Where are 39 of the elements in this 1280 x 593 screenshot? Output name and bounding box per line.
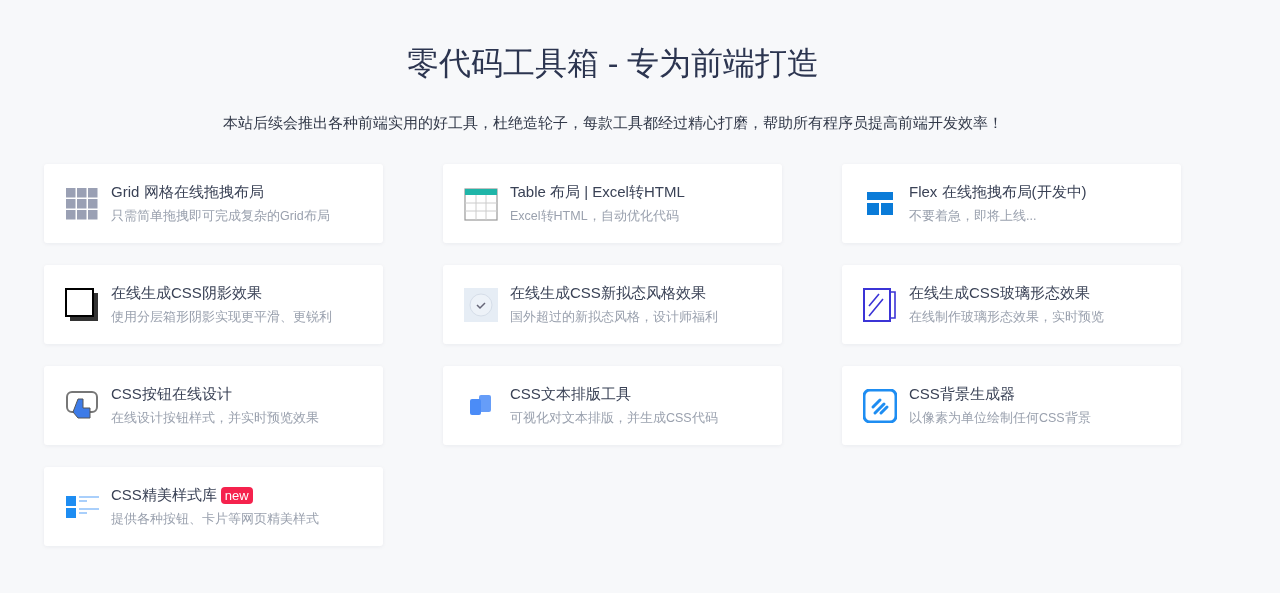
page-subtitle: 本站后续会推出各种前端实用的好工具，杜绝造轮子，每款工具都经过精心打磨，帮助所有程序员提高前端开发效率！ (223, 113, 1003, 133)
pattern-icon (863, 388, 897, 423)
new-badge: new (220, 486, 253, 504)
tool-description: Excel转HTML，自动优化代码 (510, 208, 680, 225)
tool-title: Grid 网格在线拖拽布局 (111, 182, 264, 202)
tool-description: 以像素为单位绘制任何CSS背景 (909, 410, 1091, 427)
tool-card[interactable]: CSS按钮在线设计 在线设计按钮样式，并实时预览效果 (44, 366, 383, 445)
tool-description: 可视化对文本排版，并生成CSS代码 (510, 410, 718, 427)
tool-title: CSS按钮在线设计 (111, 384, 232, 404)
tool-title: CSS精美样式库 (111, 485, 217, 505)
tool-title: Table 布局 | Excel转HTML (510, 182, 685, 202)
grid-icon (65, 186, 99, 221)
tool-title: 在线生成CSS阴影效果 (111, 283, 262, 303)
tool-card[interactable]: 在线生成CSS新拟态风格效果 国外超过的新拟态风格，设计师福利 (443, 265, 782, 344)
tool-card[interactable]: CSS精美样式库 new 提供各种按钮、卡片等网页精美样式 (44, 467, 383, 546)
tool-description: 提供各种按钮、卡片等网页精美样式 (111, 511, 319, 528)
tool-description: 使用分层箱形阴影实现更平滑、更锐利 (111, 309, 332, 326)
tool-card[interactable]: 在线生成CSS阴影效果 使用分层箱形阴影实现更平滑、更锐利 (44, 265, 383, 344)
page-title: 零代码工具箱 - 专为前端打造 (406, 44, 820, 83)
tool-title: 在线生成CSS新拟态风格效果 (510, 283, 706, 303)
tool-card[interactable]: CSS背景生成器 以像素为单位绘制任何CSS背景 (842, 366, 1181, 445)
tool-card[interactable]: CSS文本排版工具 可视化对文本排版，并生成CSS代码 (443, 366, 782, 445)
tool-description: 在线设计按钮样式，并实时预览效果 (111, 410, 319, 427)
check-icon (464, 287, 498, 322)
table-icon (464, 186, 498, 221)
tool-description: 只需简单拖拽即可完成复杂的Grid布局 (111, 208, 330, 225)
tool-title: CSS背景生成器 (909, 384, 1015, 404)
tool-card[interactable]: Grid 网格在线拖拽布局 只需简单拖拽即可完成复杂的Grid布局 (44, 164, 383, 243)
tool-title: CSS文本排版工具 (510, 384, 631, 404)
shadow-square-icon (65, 287, 99, 322)
tool-title: Flex 在线拖拽布局(开发中) (909, 182, 1087, 202)
tool-card[interactable]: Table 布局 | Excel转HTML Excel转HTML，自动优化代码 (443, 164, 782, 243)
tool-card[interactable]: 在线生成CSS玻璃形态效果 在线制作玻璃形态效果，实时预览 (842, 265, 1181, 344)
tool-description: 不要着急，即将上线... (909, 208, 1038, 225)
tool-title: 在线生成CSS玻璃形态效果 (909, 283, 1090, 303)
tool-description: 在线制作玻璃形态效果，实时预览 (909, 309, 1104, 326)
glass-pane-icon (863, 287, 897, 322)
tool-description: 国外超过的新拟态风格，设计师福利 (510, 309, 718, 326)
tool-card[interactable]: Flex 在线拖拽布局(开发中) 不要着急，即将上线... (842, 164, 1181, 243)
